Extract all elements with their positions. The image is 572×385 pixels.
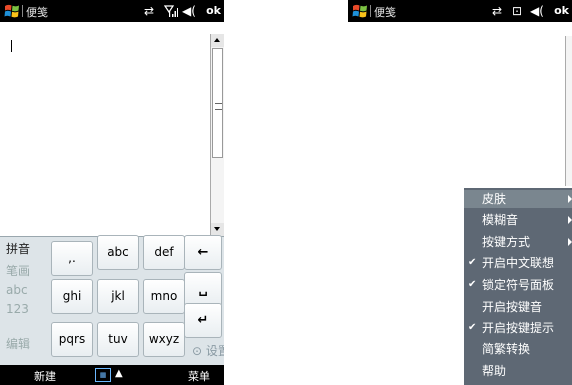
grip-icon	[215, 103, 222, 110]
app-title: 便笺	[370, 5, 396, 19]
menu-item-label: 按键方式	[482, 235, 531, 249]
menu-item-lock-symbol-panel[interactable]: ✔ 锁定符号面板	[464, 276, 572, 294]
signal-bars-icon	[164, 5, 178, 17]
note-text-area[interactable]	[0, 22, 210, 230]
menu-item-help[interactable]: 帮助	[464, 362, 572, 380]
menu-item-label: 开启按键音	[482, 300, 543, 314]
mode-123[interactable]: 123	[6, 302, 29, 316]
key-abc[interactable]: abc	[97, 235, 139, 270]
menu-item-label: 帮助	[482, 364, 507, 378]
softkey-bar: 新建 ▦ ▲ 菜单	[0, 365, 224, 385]
settings-button[interactable]: ⊙ 设置	[192, 342, 224, 359]
menu-item-chinese-association[interactable]: ✔ 开启中文联想	[464, 254, 572, 272]
menu-item-label: 皮肤	[482, 192, 507, 206]
text-caret	[11, 40, 12, 52]
backspace-key[interactable]: ←	[184, 235, 222, 270]
menu-item-label: 开启按键提示	[482, 321, 555, 335]
menu-item-label: 简繁转换	[482, 342, 531, 356]
mode-abc[interactable]: abc	[6, 283, 28, 297]
softkey-menu[interactable]: 菜单	[188, 368, 210, 384]
checkmark-icon: ✔	[468, 322, 477, 333]
menu-item-label: 模糊音	[482, 213, 519, 227]
left-screen: 便笺 ⇄ ◀( ok 拼音 笔画 abc 123 编辑 ,. abc def g…	[0, 0, 224, 385]
menu-item-skin[interactable]: 皮肤	[464, 190, 572, 208]
mode-stroke[interactable]: 笔画	[6, 262, 30, 279]
scroll-up-button[interactable]	[211, 34, 224, 47]
key-tuv[interactable]: tuv	[97, 322, 139, 357]
sync-arrows-icon: ⇄	[492, 4, 503, 18]
scroll-thumb[interactable]	[212, 48, 223, 158]
arrow-down-icon	[214, 227, 220, 231]
keyboard-icon[interactable]: ▦	[95, 368, 111, 382]
arrow-up-icon	[214, 38, 220, 42]
checkmark-icon: ✔	[468, 257, 477, 268]
no-signal-icon: ⊡	[512, 4, 523, 18]
menu-item-key-mode[interactable]: 按键方式	[464, 233, 572, 251]
submenu-arrow-icon	[568, 216, 572, 224]
ok-button[interactable]: ok	[206, 3, 221, 19]
key-punct[interactable]: ,.	[51, 241, 93, 276]
enter-key[interactable]: ↵	[184, 303, 222, 338]
scrollbar[interactable]	[565, 36, 572, 186]
right-screen: 便笺 ⇄ ⊡ ◀( ok 皮肤 模糊音 按键方式 ✔ 开启中文联想 ✔ 锁定符号…	[348, 0, 572, 385]
softkey-new[interactable]: 新建	[34, 368, 56, 384]
windows-flag-icon[interactable]	[352, 3, 368, 19]
submenu-arrow-icon	[568, 195, 572, 203]
key-jkl[interactable]: jkl	[97, 279, 139, 314]
title-bar: 便笺 ⇄ ⊡ ◀( ok	[348, 0, 572, 22]
menu-item-label: 锁定符号面板	[482, 278, 555, 292]
space-key[interactable]: ␣	[184, 272, 222, 307]
menu-item-simplified-traditional[interactable]: 简繁转换	[464, 340, 572, 358]
menu-item-key-sound[interactable]: 开启按键音	[464, 298, 572, 316]
title-bar: 便笺 ⇄ ◀( ok	[0, 0, 224, 22]
mode-edit[interactable]: 编辑	[6, 335, 30, 352]
submenu-arrow-icon	[568, 238, 572, 246]
scrollbar[interactable]	[210, 34, 224, 236]
key-mno[interactable]: mno	[143, 279, 185, 314]
ime-menu-caret[interactable]: ▲	[115, 368, 123, 379]
ok-button[interactable]: ok	[554, 3, 569, 19]
menu-item-fuzzy-sound[interactable]: 模糊音	[464, 211, 572, 229]
menu-item-label: 开启中文联想	[482, 256, 555, 270]
checkmark-icon: ✔	[468, 279, 477, 290]
volume-icon: ◀(	[182, 4, 196, 18]
windows-flag-icon[interactable]	[4, 3, 20, 19]
mode-pinyin[interactable]: 拼音	[6, 240, 30, 257]
key-pqrs[interactable]: pqrs	[51, 322, 93, 357]
key-def[interactable]: def	[143, 235, 185, 270]
ime-options-menu: 皮肤 模糊音 按键方式 ✔ 开启中文联想 ✔ 锁定符号面板 开启按键音 ✔ 开启…	[464, 188, 572, 385]
space-icon: ␣	[198, 282, 208, 297]
backspace-icon: ←	[197, 245, 209, 260]
key-ghi[interactable]: ghi	[51, 279, 93, 314]
app-title: 便笺	[22, 5, 48, 19]
enter-icon: ↵	[197, 313, 209, 328]
volume-icon: ◀(	[530, 4, 544, 18]
menu-item-key-hint[interactable]: ✔ 开启按键提示	[464, 319, 572, 337]
key-wxyz[interactable]: wxyz	[143, 322, 185, 357]
sync-arrows-icon: ⇄	[144, 4, 155, 18]
